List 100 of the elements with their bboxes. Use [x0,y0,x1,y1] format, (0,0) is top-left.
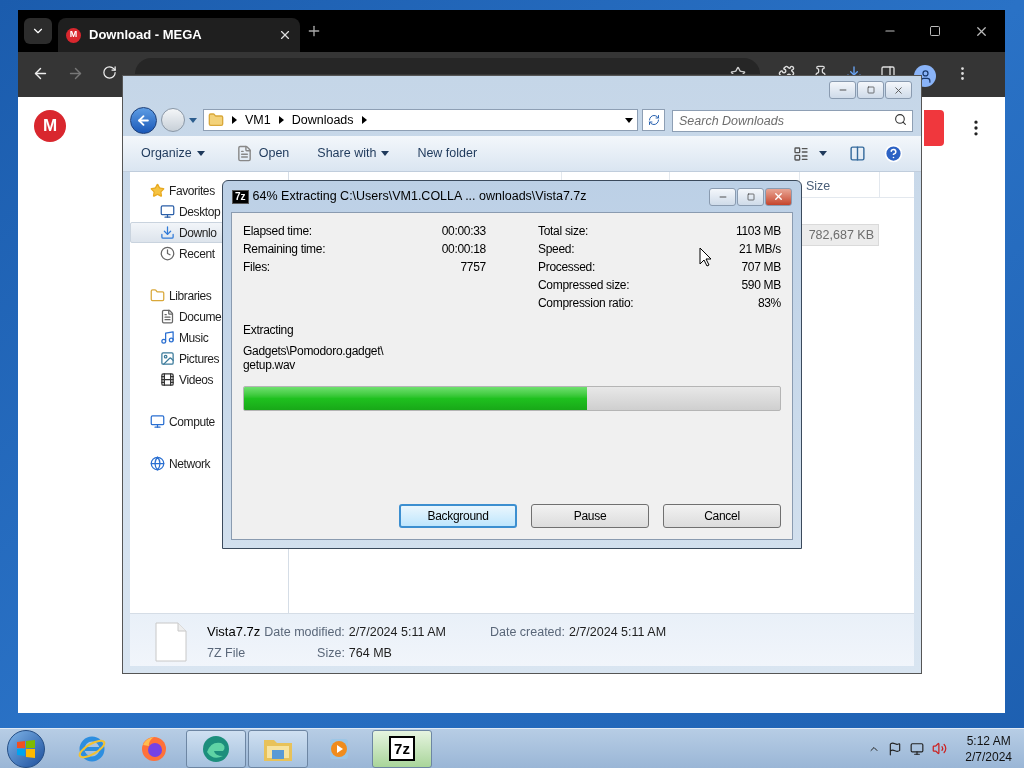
share-with-menu[interactable]: Share with [317,144,390,163]
stat-label: Compression ratio: [538,295,634,312]
film-icon [160,372,175,387]
dialog-button[interactable]: Cancel [663,504,781,528]
stat-label: Compressed size: [538,277,630,294]
clock-icon [160,246,175,261]
download-folder-icon [160,225,175,240]
detail-label: Date created: [489,624,565,641]
dropdown-caret-icon[interactable] [625,117,633,123]
detail-label: Size: [316,644,345,662]
picture-icon [160,351,175,366]
refresh-icon [647,114,660,126]
maximize-icon[interactable] [929,25,941,37]
search-icon [894,113,907,126]
download-icon[interactable] [846,65,862,75]
browser-tab[interactable]: M Download - MEGA [58,18,300,52]
sidebar-icon[interactable] [880,65,896,75]
file-name: Vista7.7z [207,623,261,641]
minimize-button[interactable] [829,81,856,99]
pin-icon[interactable] [813,65,828,75]
reload-icon[interactable] [102,65,117,80]
help-icon[interactable] [884,144,903,163]
new-tab-icon[interactable] [306,23,322,39]
close-button[interactable] [765,187,792,206]
stat-value: 707 MB [741,259,781,276]
detail-value: 764 MB [348,644,393,662]
preview-pane-icon[interactable] [849,145,866,162]
extensions-icon[interactable] [778,65,795,75]
new-folder-button[interactable]: New folder [417,144,478,163]
history-caret-icon[interactable] [189,117,197,123]
document-icon [160,309,175,324]
caret-icon[interactable] [819,151,827,156]
mouse-cursor-icon [699,247,712,267]
fox-globe-icon [140,734,168,763]
stat-label: Total size: [538,223,589,240]
network-icon[interactable] [910,741,925,756]
stat-value: 7757 [460,259,486,276]
folder-icon [208,112,224,128]
maximize-button[interactable] [737,187,764,206]
mega-logo: M [66,27,81,43]
breadcrumb-arrow-icon [278,116,284,124]
close-tab-icon[interactable] [278,28,292,42]
network-icon [150,456,165,471]
maximize-icon [746,192,755,201]
current-file-path: Gadgets\Pomodoro.gadget\ getup.wav [243,344,385,372]
dialog-button[interactable]: Background [399,504,517,528]
stat-label: Speed: [538,241,575,258]
open-button[interactable]: Open [235,144,290,163]
stat-value: 83% [757,295,781,312]
clock[interactable]: 5:12 AM 2/7/2024 [965,732,1012,765]
stat-value: 00:00:18 [441,241,486,258]
breadcrumb-item[interactable]: Downloads [291,110,354,130]
back-icon[interactable] [32,65,49,82]
stat-label: Processed: [538,259,596,276]
taskbar-button[interactable]: 7z [372,729,432,768]
detail-value: 2/7/2024 5:11 AM [348,624,446,641]
refresh-button[interactable] [642,109,665,131]
column-header[interactable]: Size [806,179,831,193]
tab-search-button[interactable] [24,18,52,44]
start-button[interactable] [7,729,45,768]
file-icon [155,622,187,662]
stat-value: 00:00:33 [441,223,486,240]
view-icon[interactable] [793,145,809,162]
stat-value: 21 MB/s [739,241,781,258]
caret-icon [196,151,205,156]
stat-value: 590 MB [741,277,781,294]
breadcrumb-arrow-icon [361,116,367,124]
sevenzip-logo: 7z [389,736,415,761]
taskbar-button[interactable] [248,729,308,768]
detail-value: 2/7/2024 5:11 AM [569,624,667,641]
address-bar[interactable]: VM1 Downloads [203,109,638,131]
taskbar-button[interactable] [186,729,246,768]
breadcrumb-arrow-icon [232,116,237,124]
dialog-button[interactable]: Pause [531,504,649,528]
forward-icon[interactable] [67,65,84,82]
restore-button[interactable] [857,81,884,99]
status-text: Extracting [243,322,295,339]
close-icon [773,191,784,202]
breadcrumb-item[interactable]: VM1 [245,110,271,130]
star-icon [150,183,165,198]
music-note-icon [160,330,175,345]
bookmark-star-icon[interactable] [730,66,746,74]
monitor-icon [160,204,175,219]
stat-label: Remaining time: [243,241,326,258]
mega-logo: M [34,110,66,142]
close-icon [893,84,904,96]
muted-speaker-icon[interactable] [932,741,948,756]
dialog-title: 64% Extracting C:\Users\VM1.COLLA ... ownloads\Vista7.7z [252,188,587,206]
minimize-button[interactable] [709,187,736,206]
flag-icon[interactable] [888,741,903,756]
organize-menu[interactable]: Organize [141,144,205,163]
file-type: 7Z File [207,644,247,662]
maximize-icon [866,86,875,94]
folder-icon [150,288,165,303]
sevenzip-logo: 7z [232,189,249,204]
computer-icon [150,414,165,429]
stat-label: Files: [243,259,270,276]
windows-logo [16,739,36,758]
search-field[interactable]: Search Downloads [672,110,913,132]
back-button[interactable] [130,106,157,134]
